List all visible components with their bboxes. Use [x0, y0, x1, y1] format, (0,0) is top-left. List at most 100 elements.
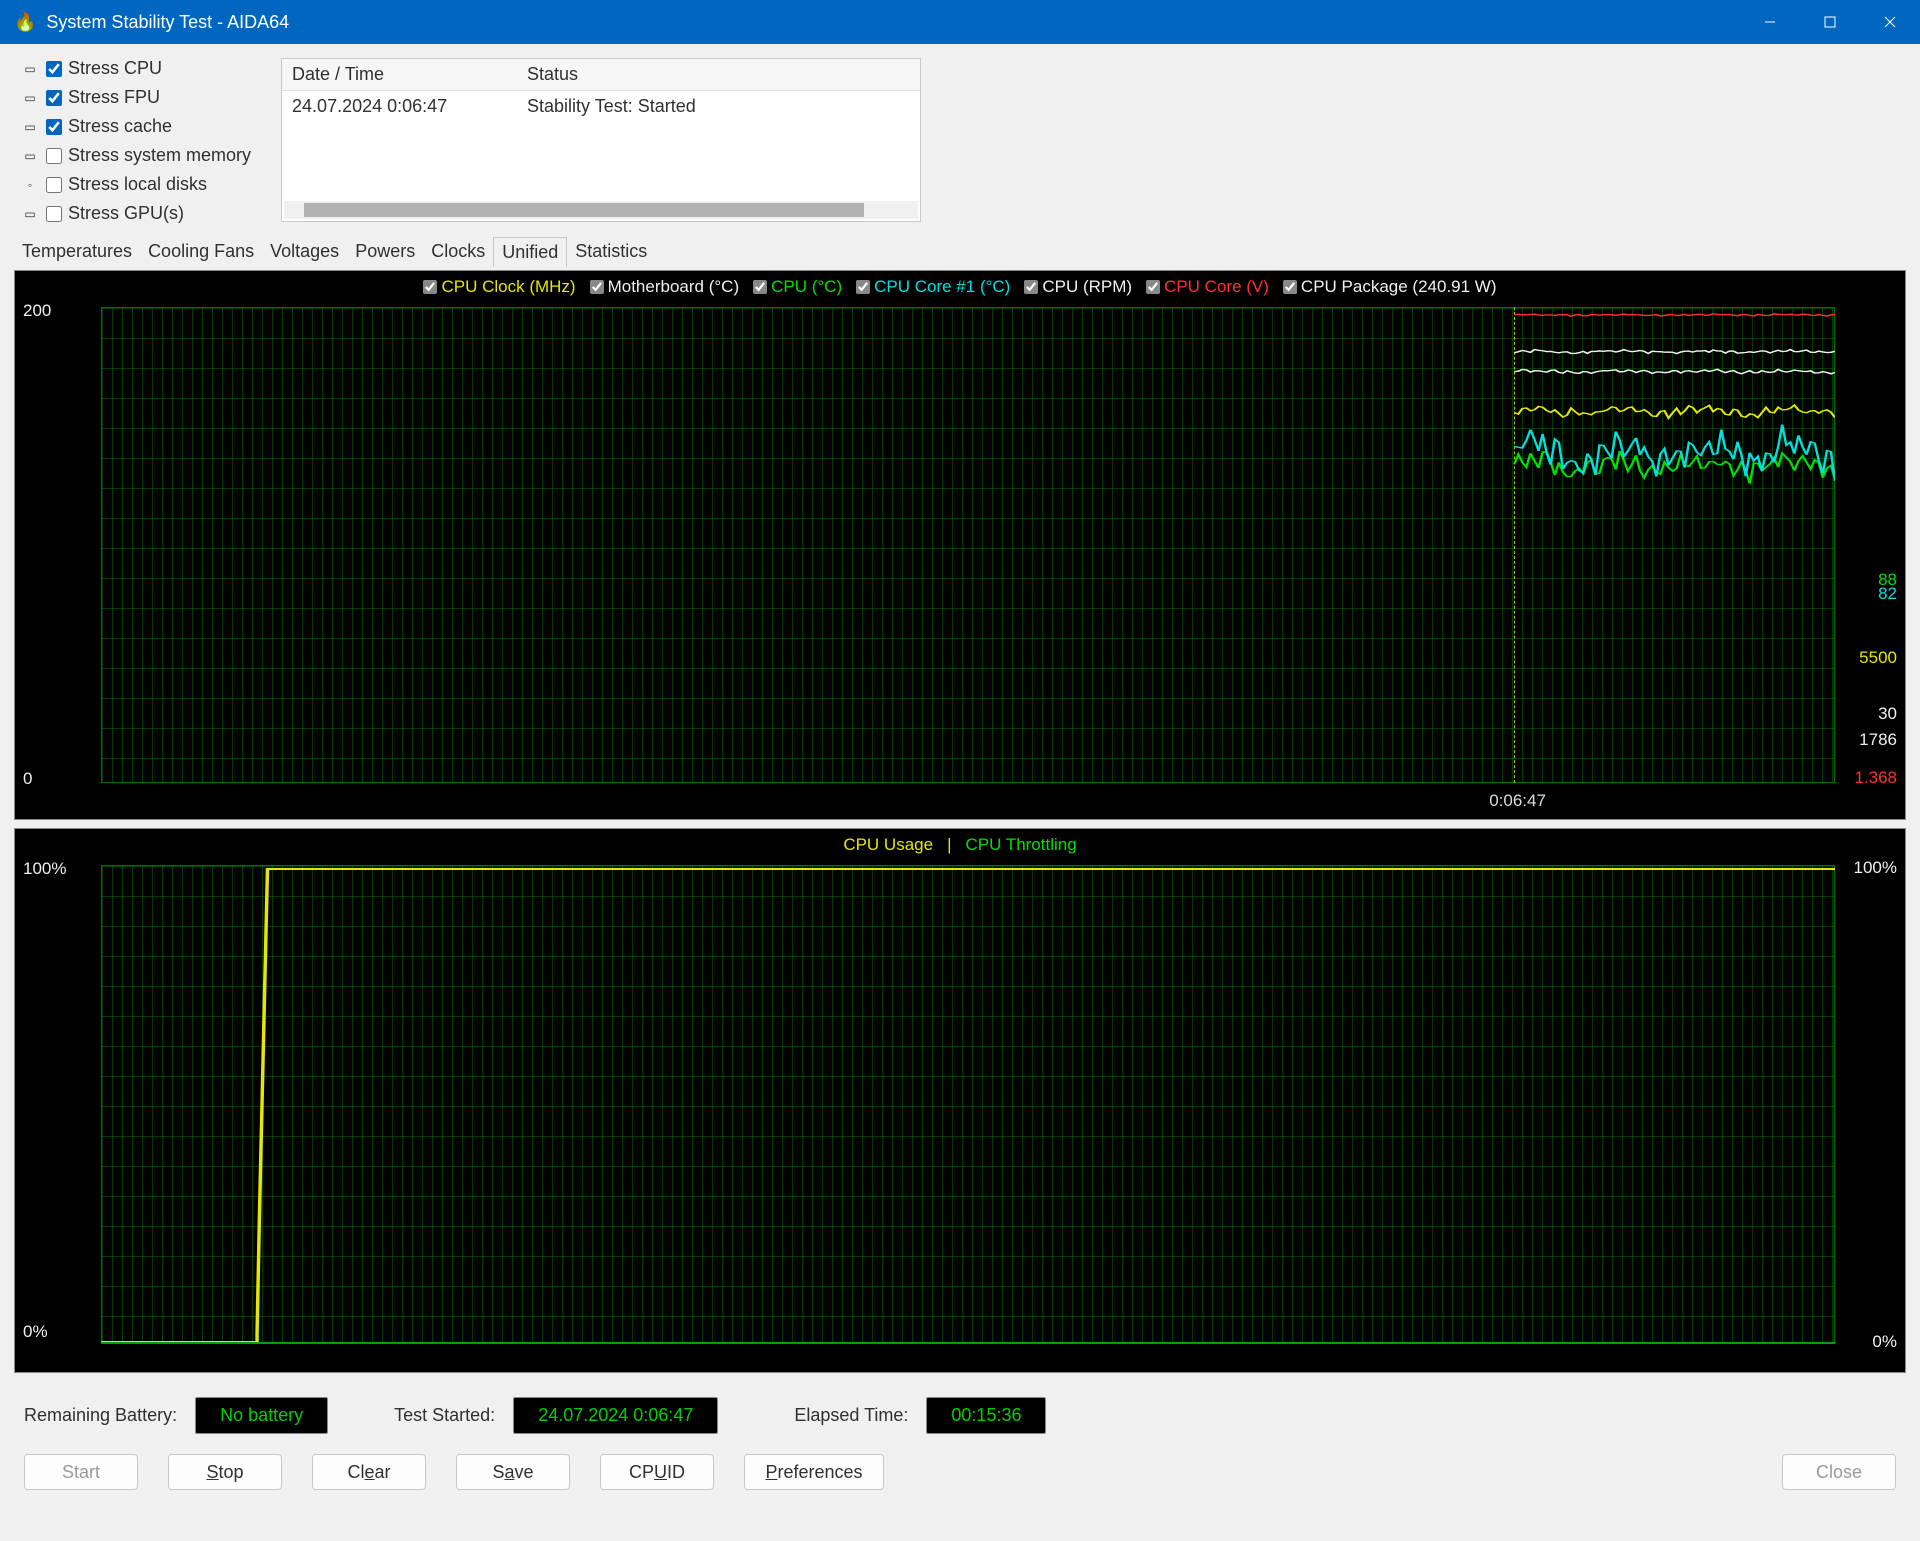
stress-label: Stress local disks — [68, 174, 207, 195]
log-cell-datetime: 24.07.2024 0:06:47 — [282, 91, 517, 122]
legend-checkbox[interactable] — [590, 280, 604, 294]
legend-checkbox[interactable] — [856, 280, 870, 294]
save-button[interactable]: Save — [456, 1454, 570, 1490]
stress-option[interactable]: ▭ Stress system memory — [20, 145, 251, 166]
hw-icon: ▭ — [20, 62, 40, 76]
stop-button[interactable]: Stop — [168, 1454, 282, 1490]
chart2-legend: CPU Usage | CPU Throttling — [15, 829, 1905, 857]
preferences-button[interactable]: Preferences — [744, 1454, 884, 1490]
legend-item[interactable]: CPU Core #1 (°C) — [856, 277, 1010, 297]
elapsed-label: Elapsed Time: — [794, 1405, 908, 1426]
legend-item[interactable]: CPU (°C) — [753, 277, 842, 297]
legend-cpu-throttling: CPU Throttling — [966, 835, 1077, 855]
log-scrollbar[interactable] — [284, 201, 918, 219]
log-header-datetime[interactable]: Date / Time — [282, 59, 517, 90]
titlebar: 🔥 System Stability Test - AIDA64 — [0, 0, 1920, 44]
log-cell-status: Stability Test: Started — [517, 91, 920, 122]
hw-icon: ▭ — [20, 149, 40, 163]
battery-value: No battery — [195, 1397, 328, 1434]
window-title: System Stability Test - AIDA64 — [46, 12, 289, 33]
stress-label: Stress FPU — [68, 87, 160, 108]
legend-sep: | — [947, 835, 951, 855]
sensor-readout: 1786 — [1859, 731, 1897, 750]
legend-label: CPU Core #1 (°C) — [874, 277, 1010, 297]
chart1-legend: CPU Clock (MHz) Motherboard (°C) CPU (°C… — [15, 271, 1905, 299]
started-label: Test Started: — [394, 1405, 495, 1426]
clear-button[interactable]: Clear — [312, 1454, 426, 1490]
battery-label: Remaining Battery: — [24, 1405, 177, 1426]
legend-item[interactable]: Motherboard (°C) — [590, 277, 740, 297]
stress-option[interactable]: ▭ Stress cache — [20, 116, 251, 137]
status-bar: Remaining Battery: No battery Test Start… — [0, 1377, 1920, 1438]
chart2-area[interactable] — [101, 865, 1835, 1344]
legend-checkbox[interactable] — [1024, 280, 1038, 294]
stress-option[interactable]: ◦ Stress local disks — [20, 174, 251, 195]
legend-label: Motherboard (°C) — [608, 277, 740, 297]
started-value: 24.07.2024 0:06:47 — [513, 1397, 718, 1434]
legend-checkbox[interactable] — [753, 280, 767, 294]
sensor-readout: 1.368 — [1854, 769, 1897, 788]
tab-powers[interactable]: Powers — [347, 237, 423, 266]
log-table: Date / Time Status 24.07.2024 0:06:47 St… — [281, 58, 921, 222]
chart2-ybot-l: 0% — [23, 1322, 48, 1342]
tab-clocks[interactable]: Clocks — [423, 237, 493, 266]
legend-item[interactable]: CPU Core (V) — [1146, 277, 1269, 297]
sensor-readout: 30 — [1878, 705, 1897, 724]
stress-option[interactable]: ▭ Stress FPU — [20, 87, 251, 108]
tab-voltages[interactable]: Voltages — [262, 237, 347, 266]
hw-icon: ◦ — [20, 178, 40, 192]
tab-temperatures[interactable]: Temperatures — [14, 237, 140, 266]
minimize-button[interactable] — [1740, 0, 1800, 44]
stress-checkbox[interactable] — [46, 119, 62, 135]
top-section: ▭ Stress CPU▭ Stress FPU▭ Stress cache▭ … — [0, 44, 1920, 224]
legend-label: CPU (RPM) — [1042, 277, 1132, 297]
maximize-button[interactable] — [1800, 0, 1860, 44]
legend-checkbox[interactable] — [1146, 280, 1160, 294]
elapsed-value: 00:15:36 — [926, 1397, 1046, 1434]
unified-chart: CPU Clock (MHz) Motherboard (°C) CPU (°C… — [14, 270, 1906, 820]
stress-option[interactable]: ▭ Stress GPU(s) — [20, 203, 251, 224]
legend-checkbox[interactable] — [1283, 280, 1297, 294]
button-bar: Start Stop Clear Save CPUID Preferences … — [0, 1438, 1920, 1510]
legend-item[interactable]: CPU Clock (MHz) — [423, 277, 575, 297]
legend-cpu-usage: CPU Usage — [843, 835, 933, 855]
chart2-ytop-r: 100% — [1854, 859, 1897, 878]
legend-item[interactable]: CPU (RPM) — [1024, 277, 1132, 297]
stress-label: Stress cache — [68, 116, 172, 137]
hw-icon: ▭ — [20, 91, 40, 105]
close-window-button[interactable]: Close — [1782, 1454, 1896, 1490]
sensor-readout: 82 — [1878, 585, 1897, 604]
stress-checkbox[interactable] — [46, 206, 62, 222]
tabs: TemperaturesCooling FansVoltagesPowersCl… — [0, 224, 1920, 266]
tab-cooling-fans[interactable]: Cooling Fans — [140, 237, 262, 266]
stress-checkbox[interactable] — [46, 61, 62, 77]
stress-checkbox[interactable] — [46, 148, 62, 164]
log-header-status[interactable]: Status — [517, 59, 920, 90]
hw-icon: ▭ — [20, 207, 40, 221]
legend-label: CPU Core (V) — [1164, 277, 1269, 297]
chart1-time-label: 0:06:47 — [1489, 791, 1546, 811]
chart1-area[interactable] — [101, 307, 1835, 783]
stress-options: ▭ Stress CPU▭ Stress FPU▭ Stress cache▭ … — [20, 58, 251, 224]
start-button[interactable]: Start — [24, 1454, 138, 1490]
close-button[interactable] — [1860, 0, 1920, 44]
chart2-ybot-r: 0% — [1872, 1333, 1897, 1352]
legend-label: CPU (°C) — [771, 277, 842, 297]
log-row[interactable]: 24.07.2024 0:06:47 Stability Test: Start… — [282, 91, 920, 122]
tab-statistics[interactable]: Statistics — [567, 237, 655, 266]
stress-checkbox[interactable] — [46, 90, 62, 106]
chart2-ytop-l: 100% — [23, 859, 66, 879]
stress-checkbox[interactable] — [46, 177, 62, 193]
legend-label: CPU Package (240.91 W) — [1301, 277, 1497, 297]
hw-icon: ▭ — [20, 120, 40, 134]
stress-label: Stress CPU — [68, 58, 162, 79]
legend-checkbox[interactable] — [423, 280, 437, 294]
cpuid-button[interactable]: CPUID — [600, 1454, 714, 1490]
chart1-ytop: 200 — [23, 301, 51, 321]
stress-label: Stress GPU(s) — [68, 203, 184, 224]
legend-item[interactable]: CPU Package (240.91 W) — [1283, 277, 1497, 297]
stress-label: Stress system memory — [68, 145, 251, 166]
tab-unified[interactable]: Unified — [493, 237, 567, 267]
legend-label: CPU Clock (MHz) — [441, 277, 575, 297]
stress-option[interactable]: ▭ Stress CPU — [20, 58, 251, 79]
